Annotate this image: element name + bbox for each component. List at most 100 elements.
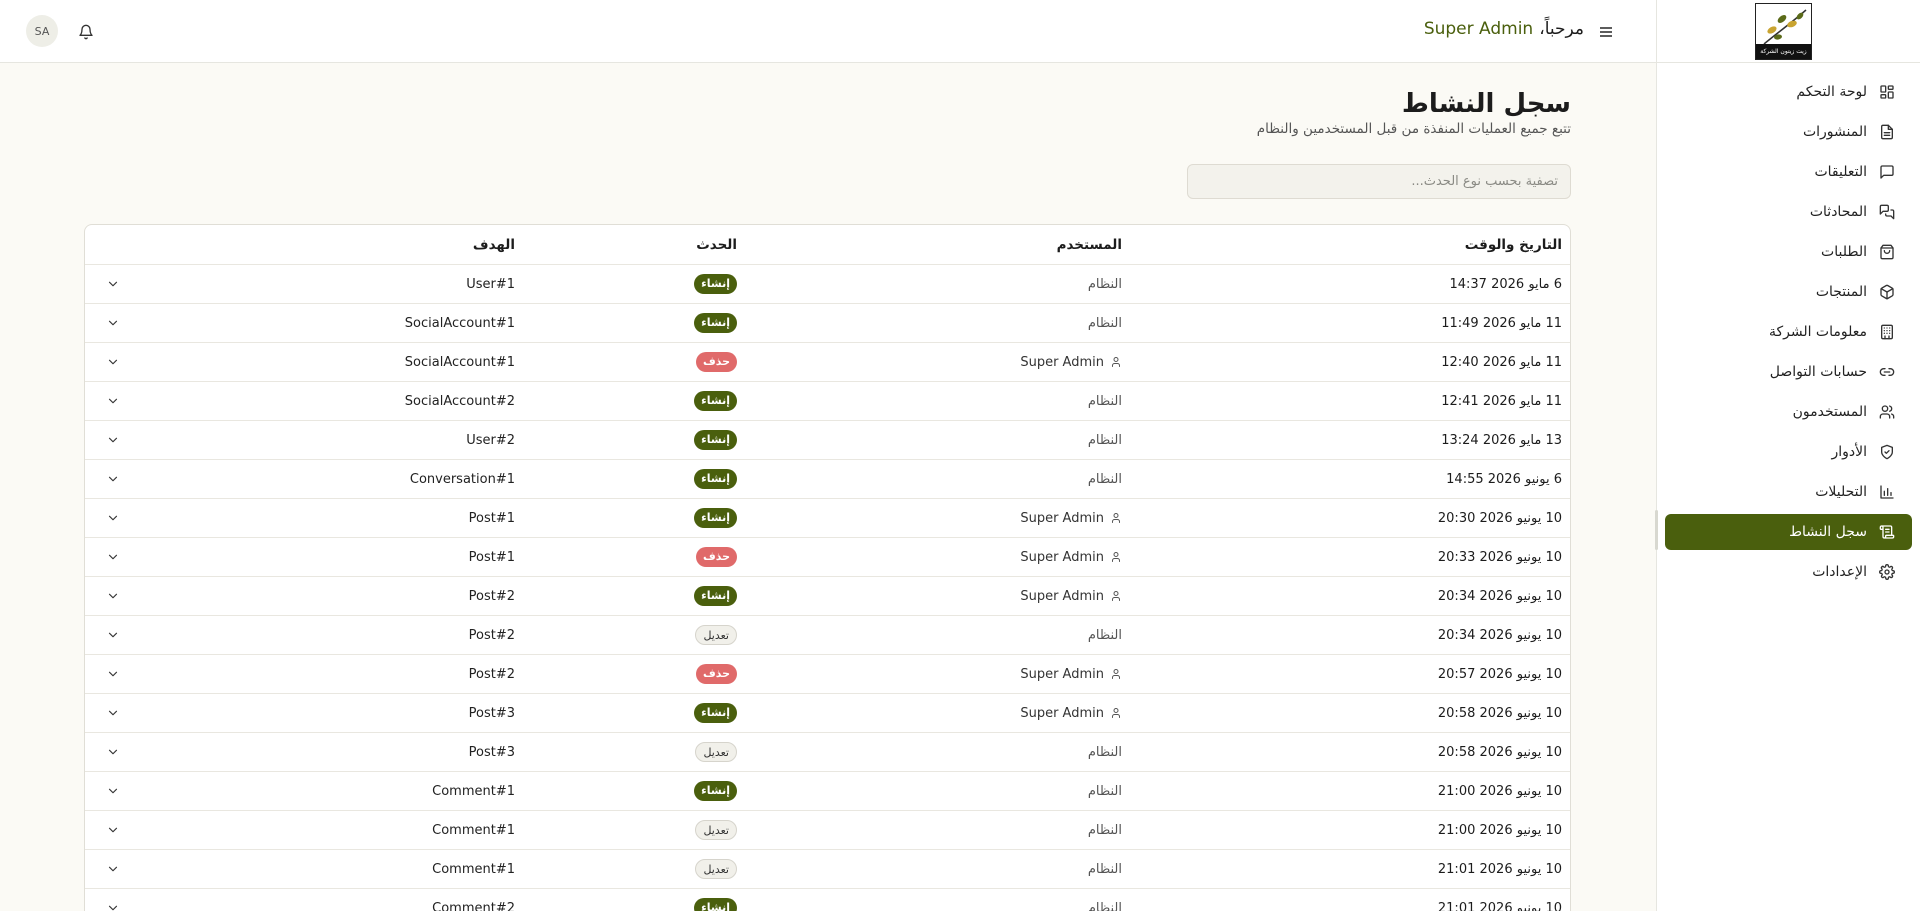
column-header-user: المستخدم bbox=[1056, 236, 1122, 253]
row-expand-button[interactable] bbox=[103, 694, 123, 732]
row-user-name: النظام bbox=[1087, 315, 1122, 331]
row-expand-button[interactable] bbox=[103, 772, 123, 810]
row-expand-button[interactable] bbox=[103, 616, 123, 654]
table-row[interactable]: 11 مايو 2026 12:40 Super Admin حذف SocialAc… bbox=[85, 343, 1570, 382]
table-row[interactable]: 10 يونيو 2026 20:34 Super Admin إنشاء Post#… bbox=[85, 577, 1570, 616]
row-target-text: Post#1 bbox=[468, 510, 515, 526]
row-expand-button[interactable] bbox=[103, 460, 123, 498]
chevron-down-icon bbox=[108, 749, 118, 755]
chevron-down-icon bbox=[108, 398, 118, 404]
table-body: 6 مايو 2026 14:37 النظام إنشاء User#1 11 ماي… bbox=[85, 265, 1570, 911]
sidebar-item-10[interactable]: التحليلات bbox=[1665, 474, 1912, 510]
company-logo[interactable]: زيت زيتون الشركة bbox=[1755, 2, 1812, 60]
row-event: إنشاء bbox=[637, 772, 737, 810]
row-expand-button[interactable] bbox=[103, 421, 123, 459]
user-icon bbox=[1112, 552, 1120, 562]
row-event: إنشاء bbox=[637, 265, 737, 303]
sidebar-item-5[interactable]: المنتجات bbox=[1665, 274, 1912, 310]
notifications-button[interactable] bbox=[76, 22, 96, 42]
bell-icon bbox=[79, 24, 93, 40]
event-badge: إنشاء bbox=[694, 391, 737, 411]
table-row[interactable]: 10 يونيو 2026 21:01 النظام إنشاء Comment#2 bbox=[85, 889, 1570, 911]
row-user: النظام bbox=[822, 889, 1122, 911]
shopping-bag-icon bbox=[1880, 244, 1894, 260]
row-event: إنشاء bbox=[637, 460, 737, 498]
row-target-text: Post#3 bbox=[468, 744, 515, 760]
row-expand-button[interactable] bbox=[103, 577, 123, 615]
event-badge: إنشاء bbox=[694, 898, 737, 911]
row-expand-button[interactable] bbox=[103, 655, 123, 693]
row-expand-button[interactable] bbox=[103, 889, 123, 911]
hamburger-icon bbox=[1600, 27, 1612, 37]
row-user: النظام bbox=[822, 616, 1122, 654]
table-row[interactable]: 11 مايو 2026 11:49 النظام إنشاء SocialAccou… bbox=[85, 304, 1570, 343]
top-bar: مرحباً، Super Admin SA bbox=[0, 0, 1656, 63]
event-type-filter-input[interactable] bbox=[1187, 164, 1571, 199]
building-icon bbox=[1881, 324, 1893, 340]
table-row[interactable]: 10 يونيو 2026 20:58 Super Admin إنشاء Post#… bbox=[85, 694, 1570, 733]
row-target: Comment#2 bbox=[195, 889, 515, 911]
row-user: النظام bbox=[822, 382, 1122, 420]
row-user: Super Admin bbox=[822, 655, 1122, 693]
row-event: إنشاء bbox=[637, 889, 737, 911]
table-row[interactable]: 10 يونيو 2026 21:00 النظام تعديل Comment#1 bbox=[85, 811, 1570, 850]
table-row[interactable]: 10 يونيو 2026 20:34 النظام تعديل Post#2 bbox=[85, 616, 1570, 655]
row-expand-button[interactable] bbox=[103, 304, 123, 342]
bar-chart-icon bbox=[1880, 485, 1894, 499]
row-expand-button[interactable] bbox=[103, 499, 123, 537]
user-icon bbox=[1112, 357, 1120, 367]
sidebar-item-12[interactable]: الإعدادات bbox=[1665, 554, 1912, 590]
table-row[interactable]: 6 مايو 2026 14:37 النظام إنشاء User#1 bbox=[85, 265, 1570, 304]
row-expand-button[interactable] bbox=[103, 382, 123, 420]
sidebar-item-4[interactable]: الطلبات bbox=[1665, 234, 1912, 270]
sidebar-item-3[interactable]: المحادثات bbox=[1665, 194, 1912, 230]
table-row[interactable]: 13 مايو 2026 13:24 النظام إنشاء User#2 bbox=[85, 421, 1570, 460]
sidebar-item-8[interactable]: المستخدمون bbox=[1665, 394, 1912, 430]
row-user-name: النظام bbox=[1087, 276, 1122, 292]
table-row[interactable]: 10 يونيو 2026 20:57 Super Admin حذف Post#2 bbox=[85, 655, 1570, 694]
sidebar-item-6[interactable]: معلومات الشركة bbox=[1665, 314, 1912, 350]
table-row[interactable]: 6 يونيو 2026 14:55 النظام إنشاء Conversatio… bbox=[85, 460, 1570, 499]
row-expand-button[interactable] bbox=[103, 850, 123, 888]
row-expand-button[interactable] bbox=[103, 343, 123, 381]
table-row[interactable]: 10 يونيو 2026 20:33 Super Admin حذف Post#1 bbox=[85, 538, 1570, 577]
row-event: إنشاء bbox=[637, 499, 737, 537]
sidebar-item-label: معلومات الشركة bbox=[1768, 324, 1867, 340]
table-row[interactable]: 11 مايو 2026 12:41 النظام إنشاء SocialAccou… bbox=[85, 382, 1570, 421]
row-target: Comment#1 bbox=[195, 850, 515, 888]
user-avatar[interactable]: SA bbox=[26, 15, 58, 47]
sidebar-item-2[interactable]: التعليقات bbox=[1665, 154, 1912, 190]
row-target-text: SocialAccount#1 bbox=[404, 354, 515, 370]
table-row[interactable]: 10 يونيو 2026 21:01 النظام تعديل Comment#1 bbox=[85, 850, 1570, 889]
row-expand-button[interactable] bbox=[103, 733, 123, 771]
menu-toggle-button[interactable] bbox=[1596, 22, 1616, 42]
row-target: Post#1 bbox=[195, 538, 515, 576]
chevron-down-icon bbox=[108, 866, 118, 872]
row-expand-button[interactable] bbox=[103, 538, 123, 576]
sidebar-item-7[interactable]: حسابات التواصل bbox=[1665, 354, 1912, 390]
sidebar-item-9[interactable]: الأدوار bbox=[1665, 434, 1912, 470]
event-badge: إنشاء bbox=[694, 469, 737, 489]
table-row[interactable]: 10 يونيو 2026 20:30 Super Admin إنشاء Post#… bbox=[85, 499, 1570, 538]
row-expand-button[interactable] bbox=[103, 811, 123, 849]
row-event: تعديل bbox=[637, 811, 737, 849]
sidebar-item-0[interactable]: لوحة التحكم bbox=[1665, 74, 1912, 110]
table-row[interactable]: 10 يونيو 2026 21:00 النظام إنشاء Comment#1 bbox=[85, 772, 1570, 811]
row-user: Super Admin bbox=[822, 499, 1122, 537]
row-target-text: Post#1 bbox=[468, 549, 515, 565]
row-date: 6 يونيو 2026 14:55 bbox=[1446, 471, 1562, 487]
row-expand-button[interactable] bbox=[103, 265, 123, 303]
table-row[interactable]: 10 يونيو 2026 20:58 النظام تعديل Post#3 bbox=[85, 733, 1570, 772]
chevron-down-icon bbox=[108, 320, 118, 326]
row-user-name: النظام bbox=[1087, 783, 1122, 799]
sidebar-item-1[interactable]: المنشورات bbox=[1665, 114, 1912, 150]
page-title: سجل النشاط bbox=[1401, 89, 1571, 119]
row-event: إنشاء bbox=[637, 382, 737, 420]
sidebar-item-11[interactable]: سجل النشاط bbox=[1665, 514, 1912, 550]
chevron-down-icon bbox=[108, 281, 118, 287]
row-event: حذف bbox=[637, 538, 737, 576]
sidebar-item-label: المنشورات bbox=[1802, 124, 1867, 140]
welcome-prefix: مرحباً، bbox=[1539, 19, 1584, 39]
shield-icon bbox=[1881, 444, 1893, 460]
user-icon bbox=[1112, 669, 1120, 679]
